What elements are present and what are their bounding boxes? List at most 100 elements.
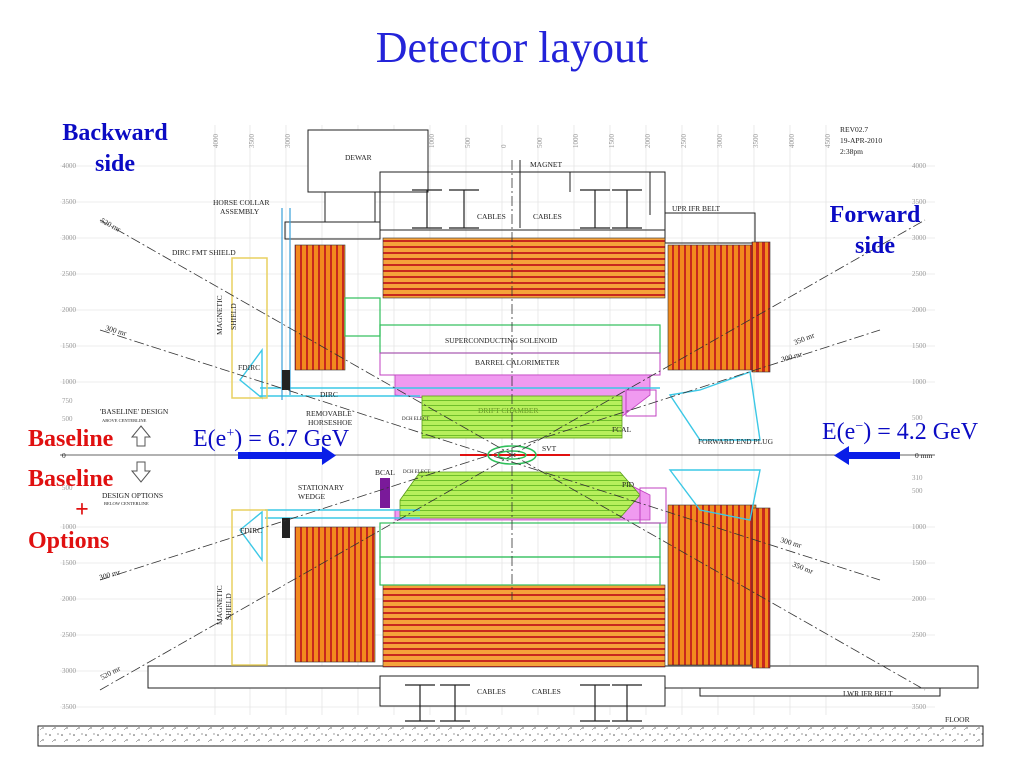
- forward-end-plug-label: FORWARD END PLUG: [698, 437, 774, 446]
- mr-300-right-top-label: 300 mr: [780, 349, 804, 364]
- cables-label-top-1: CABLES: [477, 212, 506, 221]
- forward-plate-top: [751, 241, 771, 373]
- energy-eplus-prefix: E(e: [193, 426, 227, 452]
- dch-elect-label-bottom: DCH ELECT: [403, 470, 430, 475]
- top-scale-tick: 3500: [248, 134, 256, 149]
- dirc-fmt-shield-label: DIRC FMT SHIELD: [172, 248, 236, 257]
- top-scale-tick: 1500: [608, 134, 616, 149]
- mr-300-right-bottom-label: 300 mr: [779, 535, 803, 550]
- mr-520-top-label: 520 mr: [99, 216, 123, 234]
- dewar-label: DEWAR: [345, 153, 372, 162]
- cables-label-top-2: CABLES: [533, 212, 562, 221]
- baseline-bottom-text: Baseline: [28, 466, 114, 492]
- left-scale-tick: 1000: [62, 378, 77, 386]
- energy-eminus-prefix: E(e: [822, 419, 856, 445]
- forward-endcap-bottom: [667, 504, 757, 666]
- left-scale-tick: 3500: [62, 198, 77, 206]
- top-scale-tick: 3500: [752, 134, 760, 149]
- mr-300-bottom-label: 300 mr: [98, 567, 122, 582]
- forward-line2: side: [854, 233, 895, 259]
- right-scale-tick: 500: [912, 487, 923, 495]
- plus-sign: +: [75, 497, 89, 523]
- magnetic-shield-label-bottom-2: SHIELD: [224, 593, 233, 620]
- right-scale-tick: 2000: [912, 306, 927, 314]
- top-scale-tick: 4000: [212, 134, 220, 149]
- left-scale-tick: 1500: [62, 559, 77, 567]
- pid-label: PID: [622, 480, 635, 489]
- top-scale-tick: 1000: [428, 134, 436, 149]
- drift-chamber-label: DRIFT CHAMBER: [478, 406, 539, 415]
- top-scale: 4000350030002500200015001000500050010001…: [212, 134, 832, 149]
- forward-endcap-top: [667, 244, 757, 371]
- baseline-bottom-label: Baseline + Options: [28, 464, 136, 557]
- right-scale-tick: 2500: [912, 631, 927, 639]
- energy-eminus-value: ) = 4.2 GeV: [863, 419, 979, 445]
- baseline-top-label: Baseline: [28, 426, 114, 452]
- horse-collar-label-2: ASSEMBLY: [220, 207, 260, 216]
- horse-collar-label-1: HORSE COLLAR: [213, 198, 269, 207]
- dch-elect-label-top: DCH ELECT: [402, 417, 429, 422]
- lwr-ifr-belt-label: LWR IFR BELT: [843, 689, 893, 698]
- forward-line1: Forward: [829, 202, 921, 228]
- right-scale-tick: 2000: [912, 595, 927, 603]
- top-scale-tick: 0: [500, 144, 508, 148]
- top-scale-tick: 3000: [716, 134, 724, 149]
- barrel-ifr-bottom: [382, 584, 666, 668]
- upr-ifr-belt-label: UPR IFR BELT: [672, 204, 720, 213]
- energy-eplus-value: ) = 6.7 GeV: [234, 426, 350, 452]
- cables-label-bottom-1: CABLES: [477, 687, 506, 696]
- arrow-up-outline-icon: [130, 425, 152, 447]
- magnetic-shield-label-top-1: MAGNETIC: [215, 295, 224, 335]
- revision-label: REV02.7: [840, 125, 868, 134]
- left-scale-tick: 3000: [62, 667, 77, 675]
- left-scale-tick: 750: [62, 397, 73, 405]
- right-scale-tick: 4000: [912, 162, 927, 170]
- fcal-label: FCAL: [612, 425, 632, 434]
- baseline-design-label: 'BASELINE' DESIGN: [100, 407, 169, 416]
- forward-plate-bottom: [751, 507, 771, 669]
- top-scale-tick: 2000: [644, 134, 652, 149]
- fdirc-label-bottom: FDIRC: [240, 526, 262, 535]
- date-label: 19-APR-2010: [840, 136, 882, 145]
- backward-side-label: Backward side: [40, 118, 190, 180]
- right-scale-tick: 3500: [912, 703, 927, 711]
- fdirc-label-top: FDIRC: [238, 363, 260, 372]
- top-scale-tick: 500: [464, 137, 472, 148]
- mr-350-top-label: 350 mr: [792, 330, 816, 347]
- top-scale-tick: 500: [536, 137, 544, 148]
- left-scale-tick: 2000: [62, 595, 77, 603]
- left-scale-tick: 2500: [62, 631, 77, 639]
- removable-horseshoe-label-1: REMOVABLE: [306, 409, 352, 418]
- stationary-wedge-label-1: STATIONARY: [298, 483, 345, 492]
- forward-side-label: Forward side: [800, 200, 950, 262]
- options-text: Options: [28, 528, 110, 554]
- backward-line1: Backward: [62, 120, 168, 146]
- beam-arrow-eminus: [834, 446, 900, 465]
- right-scale-tick: 1000: [912, 523, 927, 531]
- cables-label-bottom-2: CABLES: [532, 687, 561, 696]
- floor: [37, 725, 984, 747]
- barrel-ifr-top: [382, 237, 666, 299]
- energy-eminus-label: E(e−) = 4.2 GeV: [822, 419, 978, 446]
- bcal-label: BCAL: [375, 468, 395, 477]
- right-scale-tick: 2500: [912, 270, 927, 278]
- left-scale-tick: 3500: [62, 703, 77, 711]
- drift-chamber-top: [421, 395, 623, 439]
- left-scale-tick: 3000: [62, 234, 77, 242]
- bcal: [380, 478, 390, 508]
- superconducting-solenoid-label: SUPERCONDUCTING SOLENOID: [445, 336, 558, 345]
- svt-label: SVT: [542, 444, 557, 453]
- time-label: 2:38pm: [840, 147, 863, 156]
- detector-drawing: 4000 3500 3000 2500 2000 1500 1000 500 0 500 1000 1…: [37, 125, 984, 747]
- floor-label: FLOOR: [945, 715, 970, 724]
- left-scale-tick: 2500: [62, 270, 77, 278]
- left-scale-tick: 2000: [62, 306, 77, 314]
- top-scale-tick: 2500: [680, 134, 688, 149]
- slide: Detector layout 4000 3500 3000 1000 500 …: [0, 0, 1024, 768]
- stationary-wedge-label-2: WEDGE: [298, 492, 325, 501]
- energy-eplus-label: E(e+) = 6.7 GeV: [193, 426, 349, 453]
- right-scale-tick: 1000: [912, 378, 927, 386]
- right-scale-tick: 1500: [912, 559, 927, 567]
- barrel-calorimeter-label: BARREL CALORIMETER: [475, 358, 560, 367]
- baseline-design-sub-label: ABOVE CENTERLINE: [102, 418, 147, 423]
